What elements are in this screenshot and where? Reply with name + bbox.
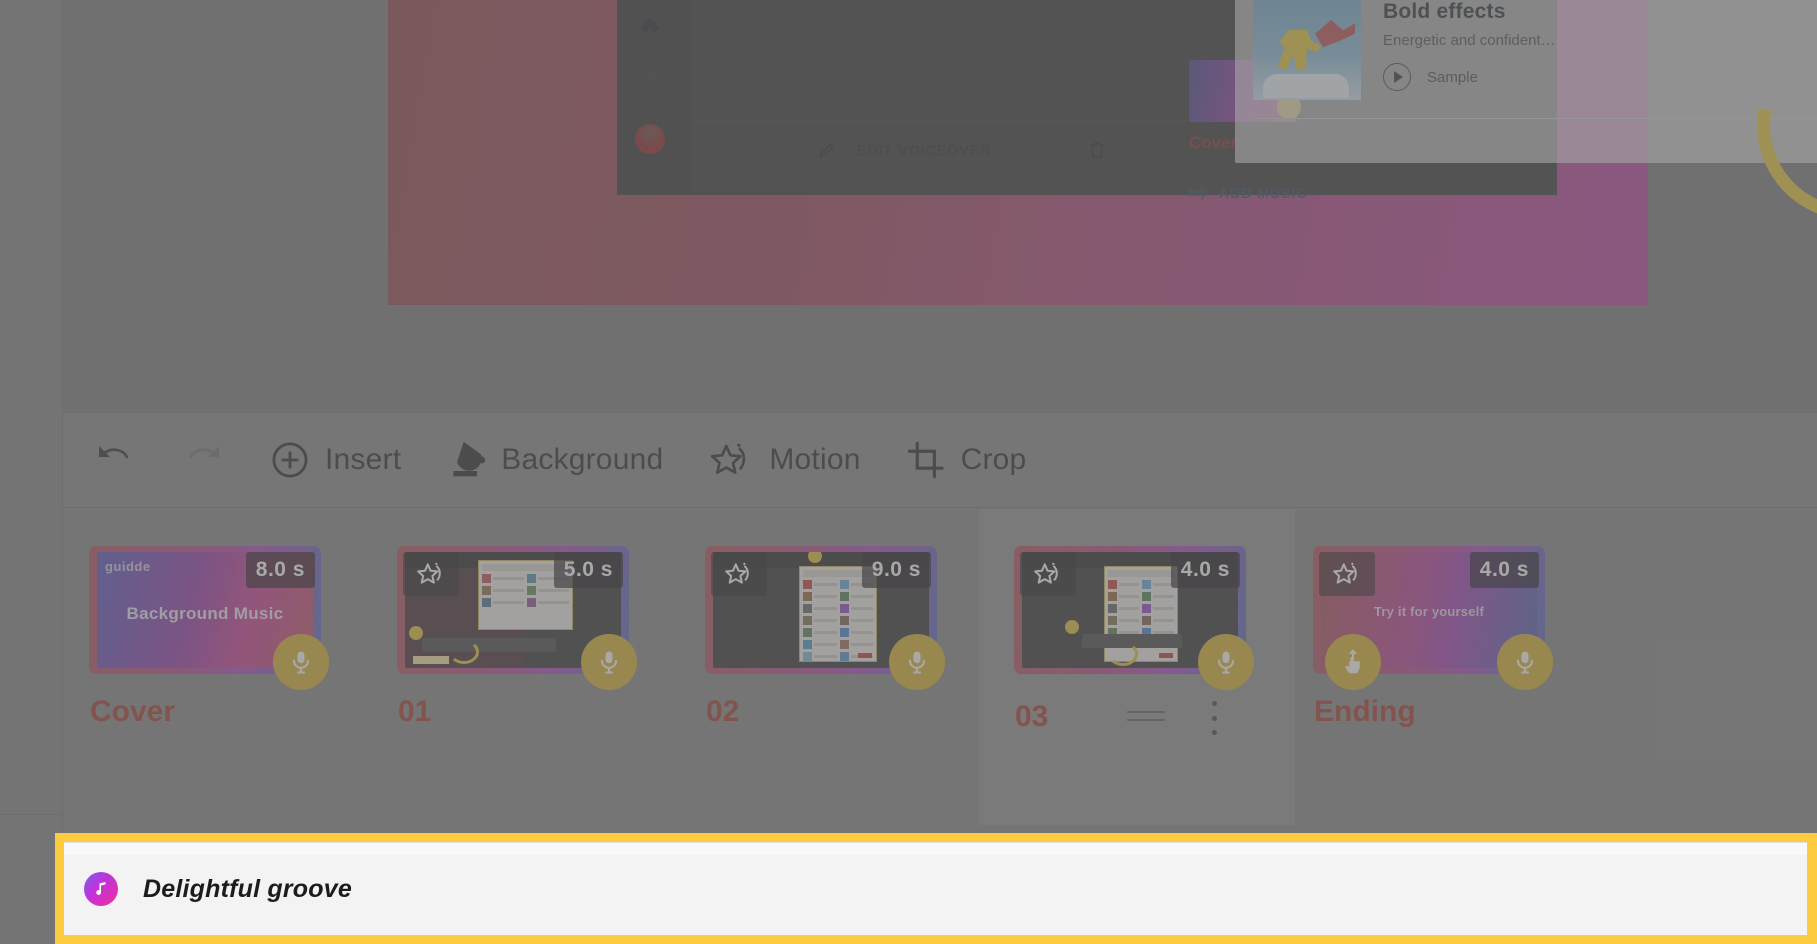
- app-root: EDIT VOICEOVER 8.0 s Cover ADD: [0, 0, 1817, 944]
- add-music-icon: [1189, 185, 1209, 201]
- scene-caption: Background Music: [126, 604, 284, 623]
- crop-icon: [905, 439, 947, 481]
- music-overlay-divider: [1253, 118, 1817, 119]
- music-picker-overlay: Bold effects Energetic and confident… Sa…: [1235, 0, 1817, 163]
- music-option-artwork: [1253, 0, 1361, 100]
- scene-thumbnail[interactable]: Try it for yourself 4.0 s: [1313, 546, 1553, 690]
- microphone-icon[interactable]: [581, 634, 637, 690]
- add-person-icon[interactable]: [637, 63, 663, 89]
- scene-label: 02: [706, 695, 740, 728]
- scene-thumbnail[interactable]: 4.0 s: [1014, 546, 1254, 690]
- timeline-strip: guidde Background Music 8.0 s Cover 5.0 …: [63, 509, 1817, 825]
- scene-label: Cover: [90, 695, 176, 728]
- music-sample-row[interactable]: Sample: [1383, 63, 1817, 91]
- preview-stage: EDIT VOICEOVER 8.0 s Cover ADD: [63, 0, 1817, 412]
- background-button[interactable]: Background: [445, 438, 663, 482]
- scene-thumbnail[interactable]: 5.0 s: [397, 546, 637, 690]
- scene-label: Ending: [1314, 695, 1416, 728]
- scene-thumbnail[interactable]: guidde Background Music 8.0 s: [89, 546, 329, 690]
- music-sample-label: Sample: [1427, 68, 1478, 86]
- insert-button[interactable]: Insert: [269, 439, 401, 481]
- timeline-scene-01[interactable]: 5.0 s 01: [371, 509, 687, 825]
- music-option-title: Bold effects: [1383, 0, 1506, 23]
- more-vertical-icon[interactable]: [1209, 701, 1219, 735]
- music-option-row[interactable]: Bold effects Energetic and confident… Sa…: [1235, 0, 1817, 106]
- timeline-scene-cover[interactable]: guidde Background Music 8.0 s Cover: [63, 509, 379, 825]
- motion-label: Motion: [769, 443, 861, 476]
- add-music-button[interactable]: ADD MUSIC: [1189, 185, 1307, 201]
- crop-button[interactable]: Crop: [905, 439, 1027, 481]
- timeline-scene-03[interactable]: 4.0 s 03: [979, 509, 1295, 825]
- guidde-logo: guidde: [105, 559, 151, 574]
- add-music-label: ADD MUSIC: [1219, 185, 1308, 201]
- scene-duration-badge: 4.0 s: [1170, 552, 1240, 588]
- scene-label: 01: [398, 695, 432, 728]
- scene-duration-badge: 8.0 s: [245, 552, 315, 588]
- motion-star-icon: [711, 552, 767, 596]
- timeline-scene-02[interactable]: 9.0 s 02: [679, 509, 995, 825]
- insert-label: Insert: [325, 443, 402, 476]
- plus-circle-icon: [269, 439, 311, 481]
- crop-label: Crop: [960, 443, 1027, 476]
- left-rail: [0, 0, 63, 944]
- trash-icon[interactable]: [1087, 140, 1107, 160]
- left-rail-divider: [0, 814, 63, 815]
- voiceover-actions: EDIT VOICEOVER: [817, 135, 1237, 165]
- avatar: [635, 124, 665, 154]
- edit-voiceover-label[interactable]: EDIT VOICEOVER: [857, 142, 991, 158]
- mini-cover-label: Cover: [1189, 133, 1238, 152]
- music-track-name: Delightful groove: [143, 874, 352, 903]
- pencil-icon[interactable]: [817, 140, 837, 160]
- microphone-icon[interactable]: [889, 634, 945, 690]
- timeline-scene-ending[interactable]: Try it for yourself 4.0 s Ending: [1287, 509, 1603, 825]
- play-icon[interactable]: [1383, 63, 1411, 91]
- microphone-icon[interactable]: [1497, 634, 1553, 690]
- scene-duration-badge: 5.0 s: [553, 552, 623, 588]
- motion-star-icon: [403, 552, 459, 596]
- scene-label: 03: [1015, 700, 1049, 733]
- star-motion-icon: [707, 438, 755, 482]
- paint-bucket-icon: [445, 438, 487, 482]
- music-track-bar[interactable]: Delightful groove: [64, 842, 1807, 935]
- motion-button[interactable]: Motion: [707, 438, 860, 482]
- drag-handle-icon[interactable]: [1127, 711, 1165, 725]
- scene-duration-badge: 9.0 s: [861, 552, 931, 588]
- music-option-subtitle: Energetic and confident…: [1383, 32, 1556, 49]
- microphone-icon[interactable]: [1198, 634, 1254, 690]
- music-note-icon: [84, 872, 118, 906]
- editor-toolbar: Insert Background Motion Crop: [63, 412, 1817, 508]
- motion-star-icon: [1020, 552, 1076, 596]
- editor-column: EDIT VOICEOVER 8.0 s Cover ADD: [63, 0, 1817, 944]
- background-label: Background: [501, 443, 664, 476]
- puzzle-icon[interactable]: [637, 16, 663, 42]
- scene-caption: Try it for yourself: [1374, 604, 1484, 619]
- scene-duration-badge: 4.0 s: [1469, 552, 1539, 588]
- motion-star-icon: [1319, 552, 1375, 596]
- tap-gesture-icon[interactable]: [1325, 634, 1381, 690]
- music-track-highlight: Delightful groove: [55, 833, 1817, 944]
- redo-button[interactable]: [181, 442, 225, 478]
- scene-thumbnail[interactable]: 9.0 s: [705, 546, 945, 690]
- undo-button[interactable]: [93, 442, 137, 478]
- microphone-icon[interactable]: [273, 634, 329, 690]
- music-bar-top-strip: [64, 843, 1807, 855]
